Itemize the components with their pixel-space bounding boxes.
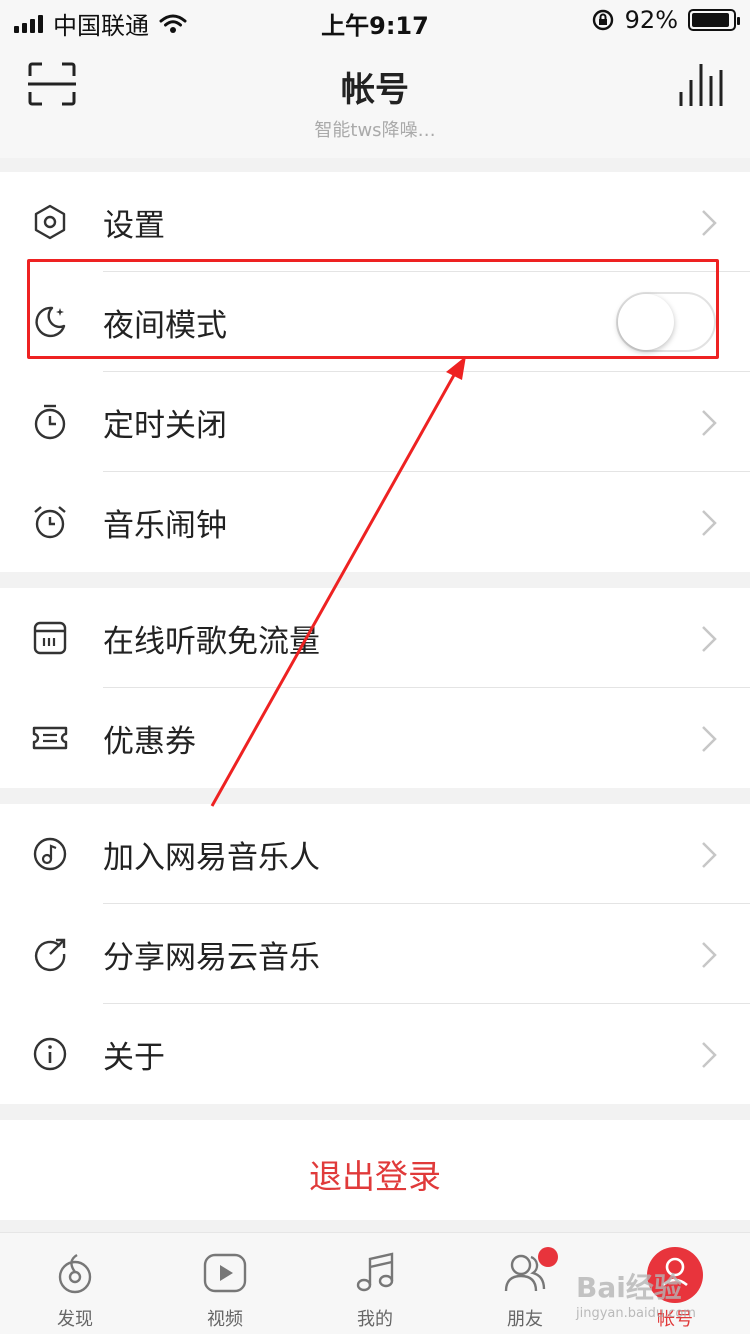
tab-mine[interactable]: 我的	[300, 1233, 450, 1334]
tab-label: 发现	[57, 1309, 93, 1330]
hexagon-settings-icon	[34, 204, 66, 240]
rotation-lock-icon	[592, 9, 613, 31]
chevron-right-icon	[702, 210, 717, 236]
row-free-data[interactable]: 在线听歌免流量	[0, 588, 750, 688]
row-about[interactable]: 关于	[0, 1004, 750, 1104]
audio-bars-icon[interactable]	[678, 62, 724, 106]
watermark-url: jingyan.baidu.com	[576, 1306, 696, 1321]
logout-button[interactable]: 退出登录	[0, 1120, 750, 1220]
chevron-right-icon	[702, 410, 717, 436]
ticket-icon	[32, 726, 68, 750]
row-label: 优惠券	[103, 724, 196, 760]
video-icon	[203, 1253, 247, 1293]
page-title: 帐号	[341, 70, 409, 110]
chevron-right-icon	[702, 1042, 717, 1068]
nav-subtitle: 智能tws降噪…	[314, 120, 436, 138]
discover-icon	[58, 1253, 92, 1294]
battery-percent: 92%	[624, 6, 678, 34]
logout-label: 退出登录	[309, 1157, 441, 1196]
nav-bar: 帐号 智能tws降噪…	[0, 40, 750, 158]
row-label: 音乐闹钟	[103, 508, 227, 544]
row-label: 定时关闭	[103, 408, 227, 444]
row-join-musician[interactable]: 加入网易音乐人	[0, 804, 750, 904]
share-icon	[34, 938, 66, 972]
chevron-right-icon	[702, 626, 717, 652]
settings-group-3: 加入网易音乐人 分享网易云音乐 关于	[0, 804, 750, 1104]
alarm-clock-icon	[34, 506, 66, 539]
chevron-right-icon	[702, 842, 717, 868]
row-settings[interactable]: 设置	[0, 172, 750, 272]
tab-label: 我的	[357, 1309, 393, 1330]
row-coupons[interactable]: 优惠券	[0, 688, 750, 788]
highlight-box	[27, 259, 719, 359]
battery-icon	[688, 9, 740, 31]
row-label: 分享网易云音乐	[103, 940, 320, 976]
sim-card-icon	[33, 621, 67, 655]
row-sleep-timer[interactable]: 定时关闭	[0, 372, 750, 472]
chevron-right-icon	[702, 510, 717, 536]
chevron-right-icon	[702, 942, 717, 968]
notification-badge	[538, 1247, 558, 1267]
row-label: 加入网易音乐人	[103, 840, 320, 876]
tab-video[interactable]: 视频	[150, 1233, 300, 1334]
row-label: 在线听歌免流量	[103, 624, 320, 660]
row-music-alarm[interactable]: 音乐闹钟	[0, 472, 750, 572]
row-label: 设置	[103, 208, 165, 244]
settings-group-2: 在线听歌免流量 优惠券	[0, 588, 750, 788]
settings-group-1: 设置 夜间模式 定时关闭 音乐闹钟	[0, 172, 750, 572]
watermark-logo: Bai经验 jingyan.baidu.com	[576, 1266, 696, 1321]
timer-icon	[34, 404, 66, 440]
music-note-circle-icon	[33, 837, 67, 871]
watermark-brand: Bai经验	[576, 1271, 682, 1304]
row-label: 关于	[103, 1040, 165, 1076]
tab-discover[interactable]: 发现	[0, 1233, 150, 1334]
tab-label: 视频	[207, 1309, 243, 1330]
music-icon	[356, 1252, 394, 1292]
row-share-app[interactable]: 分享网易云音乐	[0, 904, 750, 1004]
chevron-right-icon	[702, 726, 717, 752]
status-bar: 中国联通 上午9:17 92%	[0, 0, 750, 40]
info-icon	[33, 1037, 67, 1071]
